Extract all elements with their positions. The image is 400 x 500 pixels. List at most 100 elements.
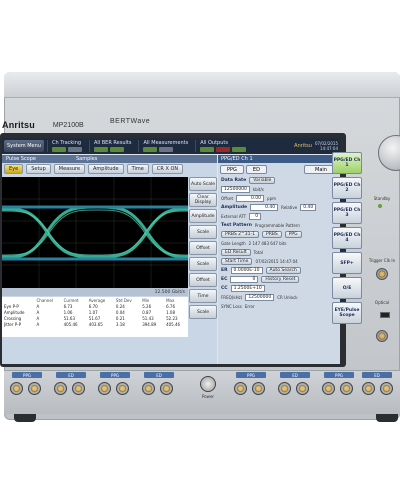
channel-button-ppg-ed-4[interactable]: PPG/ED Ch 4 — [332, 227, 362, 249]
tool-amplitude-button[interactable]: Amplitude — [88, 164, 124, 174]
standby-led — [378, 204, 382, 208]
status-pill — [200, 147, 215, 152]
ppg-title: PPG/ED Ch 1 — [218, 155, 340, 163]
tool-measure-button[interactable]: Measure — [53, 164, 86, 174]
channel-button-scope[interactable]: EYE/Pulse Scope — [332, 302, 362, 324]
sma-connector — [362, 382, 375, 395]
start-time-button[interactable]: Start Time — [221, 258, 253, 265]
tab-ed[interactable]: ED — [245, 165, 267, 174]
amplitude-field[interactable]: 0.40 — [250, 204, 279, 211]
sma-connector — [252, 382, 265, 395]
status-pill — [216, 147, 231, 152]
clock: 07/02/2015 14:47:04 — [315, 141, 338, 151]
table-row: Jitter P-P A 405.46 403.65 3.18 394.89 405.46 — [2, 321, 188, 327]
tab-all-measurements[interactable]: All Measurements — [138, 140, 192, 152]
pattern-select[interactable]: PRBS 2^31-1 — [221, 231, 259, 238]
connector-group-label: PPG — [236, 372, 266, 378]
standby-label: Standby — [373, 196, 391, 201]
tab-all-ber-results[interactable]: All BER Results — [88, 140, 136, 152]
tool-eye-button[interactable]: Eye — [4, 164, 24, 174]
test-pattern-row: Test Pattern Programmable Pattern — [218, 221, 340, 230]
data-rate-label: Data Rate — [221, 178, 247, 183]
time-scale-button[interactable]: Scale — [189, 305, 217, 319]
status-pill — [159, 147, 174, 152]
connector-group-label: ED — [56, 372, 86, 378]
pattern-row: PRBS 2^31-1 PRBS PPG — [218, 230, 340, 239]
table-cell: Jitter P-P — [4, 321, 21, 327]
foot — [376, 414, 398, 422]
trigger-connector — [376, 268, 388, 280]
tab-label: All BER Results — [93, 140, 132, 146]
table-cell: 403.65 — [88, 321, 103, 327]
sma-connector — [72, 382, 85, 395]
ppg-ed-panel: PPG/ED Ch 1 PPG ED Main Data Rate Variab… — [218, 155, 340, 364]
sma-connector — [340, 382, 353, 395]
auto-search-button[interactable]: Auto Search — [265, 267, 301, 274]
measurement-table: Channel Current Average Std Dev Min Max … — [2, 297, 188, 337]
table-cell: 405.46 — [63, 321, 78, 327]
er-label: ER — [221, 268, 228, 273]
channel-button-sfp[interactable]: SFP+ — [332, 252, 362, 274]
ec-label: EC — [221, 277, 228, 282]
channel-button-ppg-ed-1[interactable]: PPG/ED Ch 1 — [332, 152, 362, 174]
table-cell: A — [36, 321, 40, 327]
eye-diagram — [2, 177, 188, 288]
tab-ch-tracking[interactable]: Ch Tracking — [46, 140, 86, 152]
start-time-row: Start Time 07/02/2015 14:47:04 — [218, 257, 340, 266]
offset-button[interactable]: Offset — [189, 273, 217, 287]
connector-group-label: PPG — [100, 372, 130, 378]
tab-ppg[interactable]: PPG — [220, 165, 244, 174]
tab-all-outputs[interactable]: All Outputs — [195, 140, 250, 152]
ppg-button[interactable]: PPG — [284, 231, 302, 238]
table-cell: 3.18 — [115, 321, 125, 327]
pulse-scope-window: Pulse Scope Samples Eye Setup Measure Am… — [2, 155, 217, 364]
variable-button[interactable]: Variable — [249, 177, 276, 184]
usb-port — [380, 312, 390, 318]
data-rate-row: Data Rate Variable — [218, 176, 340, 185]
external-att-label: External ATT — [221, 214, 247, 219]
prbs-button[interactable]: PRBS — [261, 231, 282, 238]
amplitude-offset-button[interactable]: Offset — [189, 241, 217, 255]
history-reset-button[interactable]: History Reset — [261, 276, 300, 283]
channel-button-ppg-ed-2[interactable]: PPG/ED Ch 2 — [332, 177, 362, 199]
amplitude-scale-button[interactable]: Scale — [189, 225, 217, 239]
instrument-photo: Anritsu MP2100B BERTWave System Menu Ch … — [0, 0, 400, 500]
sma-connector — [278, 382, 291, 395]
scale-button[interactable]: Scale — [189, 257, 217, 271]
eye-diagram-display — [2, 177, 188, 288]
tool-setup-button[interactable]: Setup — [26, 164, 51, 174]
power-button[interactable] — [200, 376, 216, 392]
tool-cr-button[interactable]: CR X ON — [151, 164, 184, 174]
sma-connector — [296, 382, 309, 395]
tab-label: All Measurements — [143, 140, 189, 146]
clear-display-button[interactable]: Clear Display — [189, 193, 217, 207]
channel-button-oe[interactable]: O/E — [332, 277, 362, 299]
offset-field[interactable]: 0.00 — [236, 195, 265, 202]
system-menu-button[interactable]: System Menu — [4, 140, 44, 152]
ed-result-button[interactable]: ED Result — [221, 249, 251, 256]
cc-label: CC — [221, 286, 228, 291]
samples-label: Samples — [76, 156, 98, 162]
auto-scale-button[interactable]: Auto Scale — [189, 177, 217, 191]
data-rate-field[interactable]: 12500000 — [221, 186, 250, 193]
ec-field: 0 — [230, 276, 259, 283]
relative-field[interactable]: 0.40 — [300, 204, 317, 211]
tab-label: All Outputs — [200, 140, 228, 146]
gate-length-value: 2 147 483 647 bits — [248, 241, 287, 246]
att-field[interactable]: 0 — [249, 213, 262, 220]
cc-row: CC 1.2500E+10 — [218, 284, 340, 293]
relative-label: Relative — [281, 205, 298, 210]
channel-button-ppg-ed-3[interactable]: PPG/ED Ch 3 — [332, 202, 362, 224]
connector-group-label: PPG — [324, 372, 354, 378]
offset-row: Offset 0.00 ppm — [218, 194, 340, 203]
scope-toolbar: Eye Setup Measure Amplitude Time CR X ON — [2, 164, 217, 176]
gate-length-label: Gate Length — [221, 241, 246, 246]
status-pill — [109, 147, 124, 152]
er-row: ER 0.0000E-10 Auto Search — [218, 266, 340, 275]
foot — [14, 414, 36, 422]
sma-connector — [54, 382, 67, 395]
model-name: MP2100B — [52, 121, 84, 129]
tool-time-button[interactable]: Time — [126, 164, 149, 174]
sma-connector — [10, 382, 23, 395]
connector-group-label: ED — [362, 372, 392, 378]
